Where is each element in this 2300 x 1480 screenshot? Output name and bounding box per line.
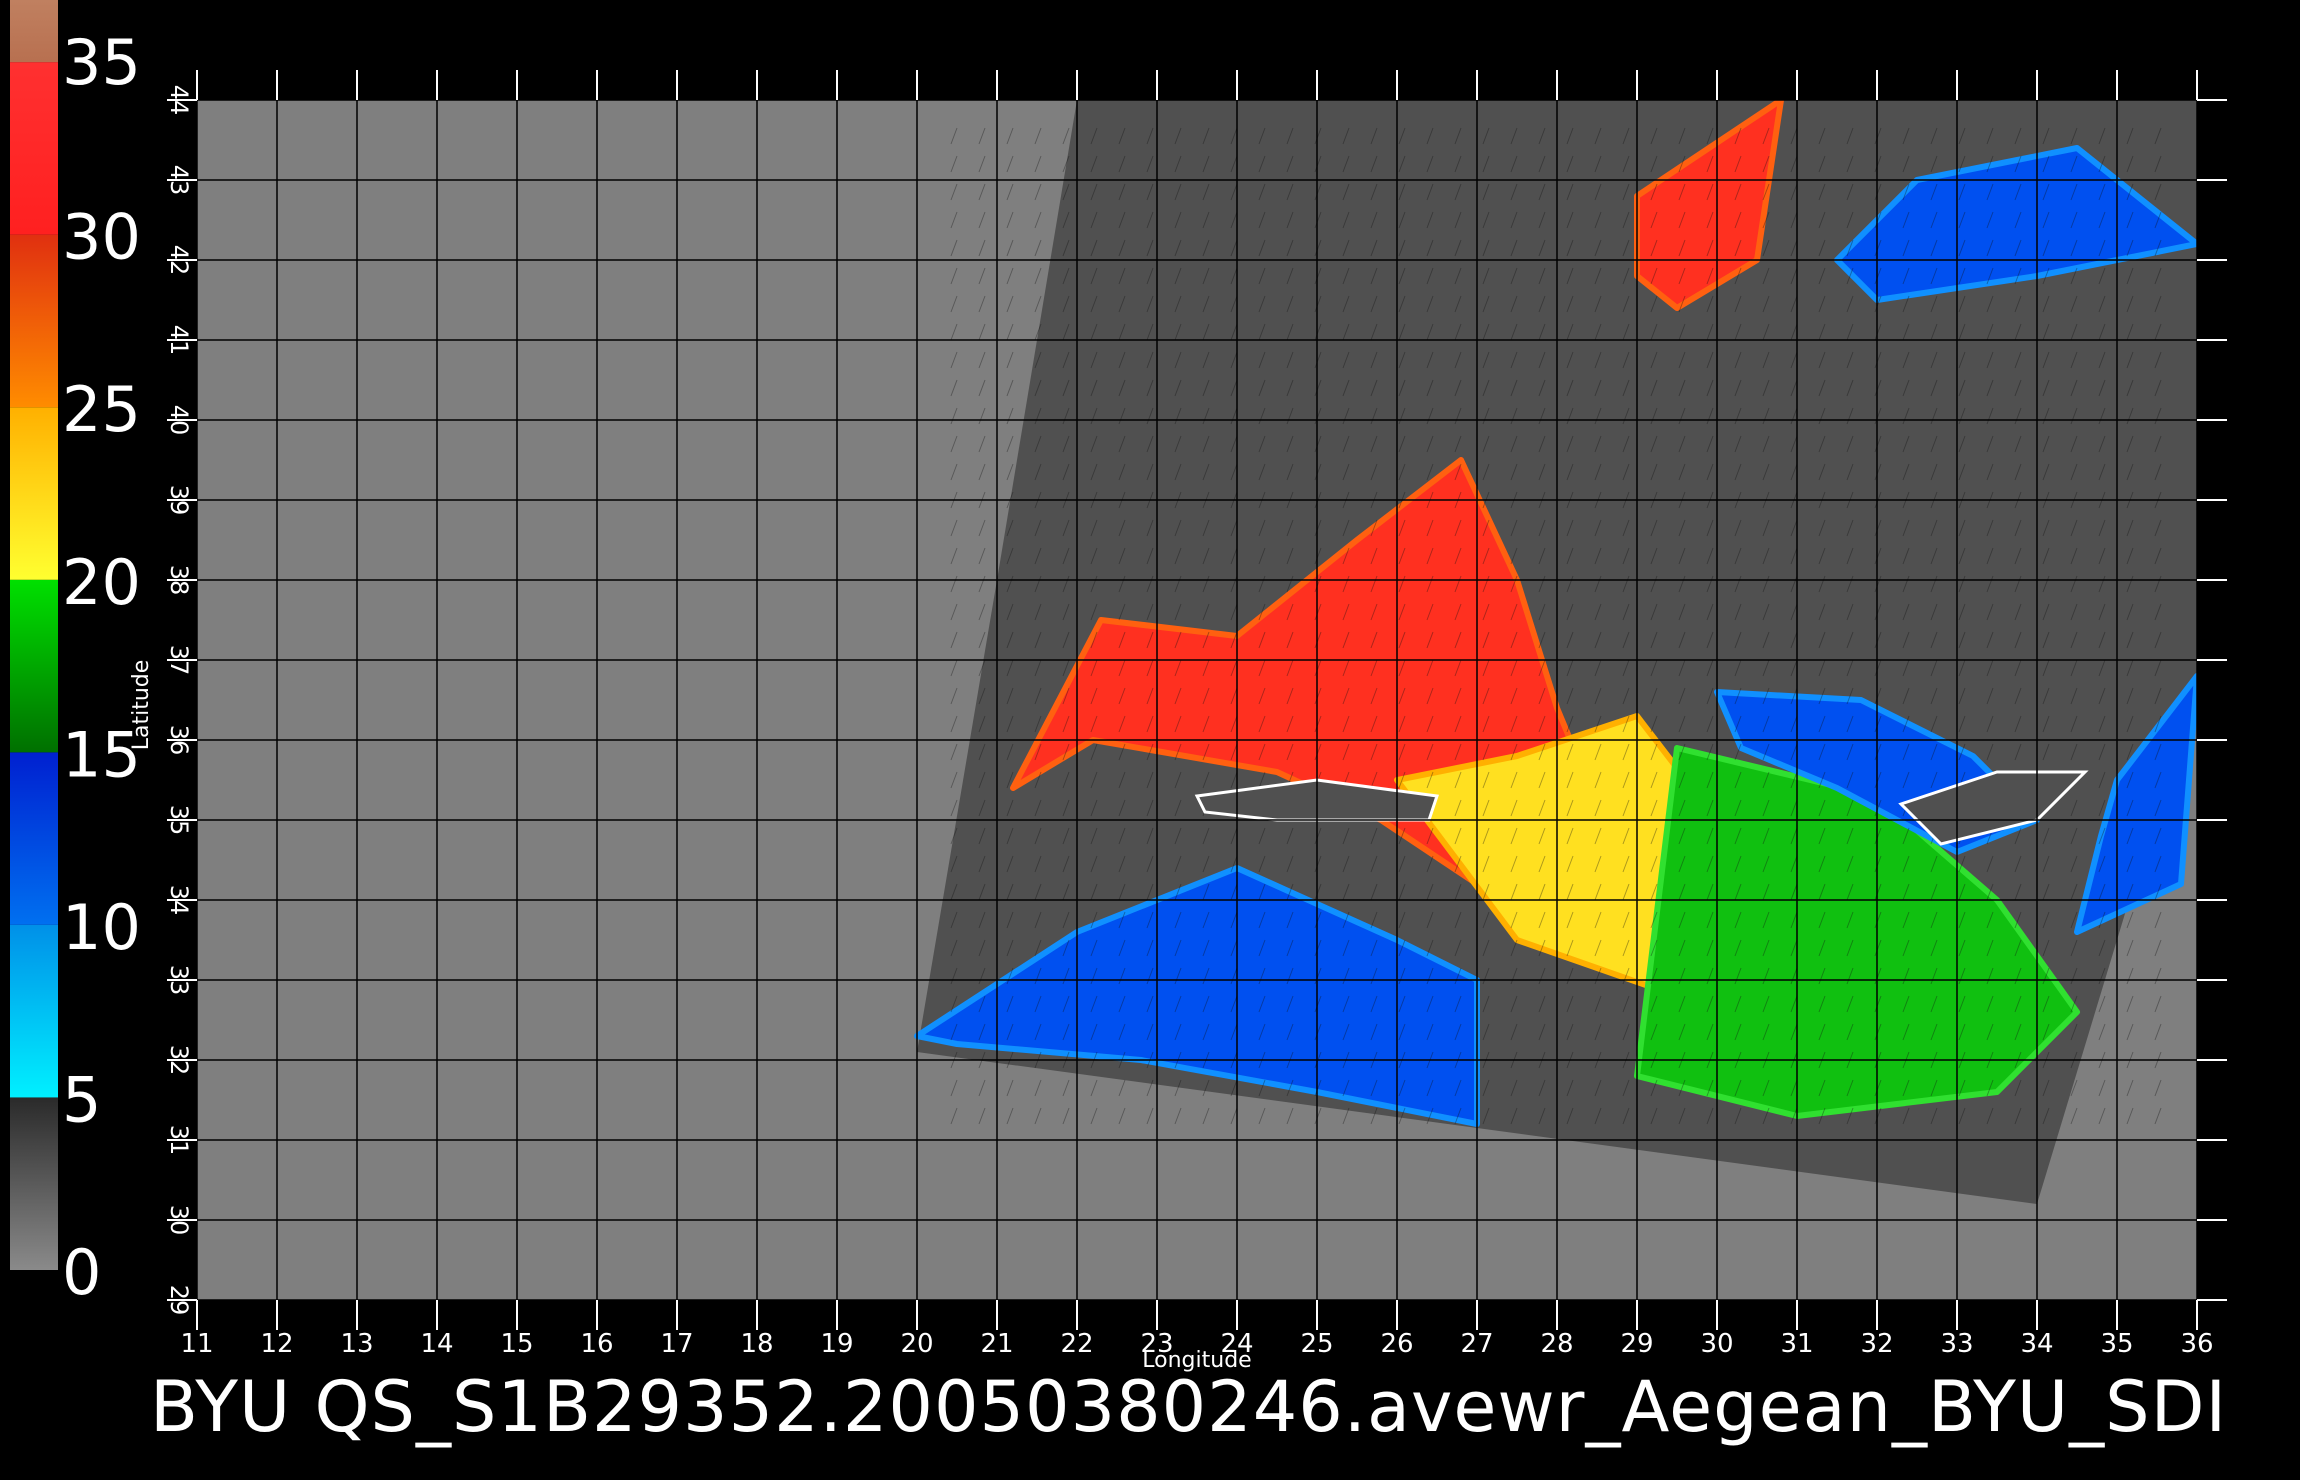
x-tick-label: 35 xyxy=(2100,1329,2133,1359)
x-tick-label: 28 xyxy=(1540,1329,1573,1359)
y-tick-label: 36 xyxy=(165,725,193,756)
colorbar-band xyxy=(10,1097,58,1270)
x-tick-label: 30 xyxy=(1700,1329,1733,1359)
y-tick-label: 42 xyxy=(165,245,193,276)
y-tick-label: 33 xyxy=(165,965,193,996)
x-tick-label: 21 xyxy=(980,1329,1013,1359)
x-tick-label: 31 xyxy=(1780,1329,1813,1359)
y-tick-label: 35 xyxy=(165,805,193,836)
x-tick-label: 32 xyxy=(1860,1329,1893,1359)
image-caption: BYU QS_S1B29352.20050380246.avewr_Aegean… xyxy=(150,1366,2228,1448)
x-tick-label: 25 xyxy=(1300,1329,1333,1359)
y-tick-label: 44 xyxy=(165,85,193,116)
y-tick-label: 37 xyxy=(165,645,193,676)
x-tick-label: 14 xyxy=(420,1329,453,1359)
y-axis-label: Latitude xyxy=(129,660,154,751)
y-tick-label: 38 xyxy=(165,565,193,596)
x-tick-label: 17 xyxy=(660,1329,693,1359)
colorbar-label: 30 xyxy=(62,201,141,274)
y-tick-label: 40 xyxy=(165,405,193,436)
colorbar-label: 25 xyxy=(62,373,141,446)
x-tick-label: 13 xyxy=(340,1329,373,1359)
colorbar-label: 10 xyxy=(62,891,141,964)
colorbar-band xyxy=(10,0,58,63)
colorbar-band xyxy=(10,62,58,235)
colorbar-label: 35 xyxy=(62,26,141,99)
x-tick-label: 27 xyxy=(1460,1329,1493,1359)
x-tick-label: 11 xyxy=(180,1329,213,1359)
y-tick-label: 39 xyxy=(165,485,193,516)
colorbar-label: 5 xyxy=(62,1063,101,1136)
x-tick-label: 20 xyxy=(900,1329,933,1359)
x-tick-label: 33 xyxy=(1940,1329,1973,1359)
y-tick-label: 29 xyxy=(165,1285,193,1316)
x-tick-label: 16 xyxy=(580,1329,613,1359)
latitude-ticks: 29 30 31 32 33 34 35 36 37 38 39 40 41 42 43 44 xyxy=(165,85,193,1316)
x-tick-label: 12 xyxy=(260,1329,293,1359)
x-tick-label: 19 xyxy=(820,1329,853,1359)
y-tick-label: 34 xyxy=(165,885,193,916)
x-tick-label: 18 xyxy=(740,1329,773,1359)
colorbar-band xyxy=(10,924,58,1098)
colorbar-band xyxy=(10,407,58,580)
x-tick-label: 26 xyxy=(1380,1329,1413,1359)
y-tick-label: 31 xyxy=(165,1125,193,1156)
colorbar-label: 20 xyxy=(62,546,141,619)
colorbar xyxy=(10,0,58,1270)
colorbar-band xyxy=(10,752,58,925)
colorbar-label: 0 xyxy=(62,1236,101,1309)
x-tick-label: 22 xyxy=(1060,1329,1093,1359)
y-tick-label: 32 xyxy=(165,1045,193,1076)
y-tick-label: 30 xyxy=(165,1205,193,1236)
x-tick-label: 29 xyxy=(1620,1329,1653,1359)
wind-speed-map: 05101520253035 11 12 13 14 15 16 17 18 19 20 21 22 2… xyxy=(10,0,2227,1373)
x-tick-label: 34 xyxy=(2020,1329,2053,1359)
y-tick-label: 41 xyxy=(165,325,193,356)
y-tick-label: 43 xyxy=(165,165,193,196)
colorbar-band xyxy=(10,579,58,753)
x-tick-label: 36 xyxy=(2180,1329,2213,1359)
colorbar-band xyxy=(10,234,58,408)
x-tick-label: 15 xyxy=(500,1329,533,1359)
